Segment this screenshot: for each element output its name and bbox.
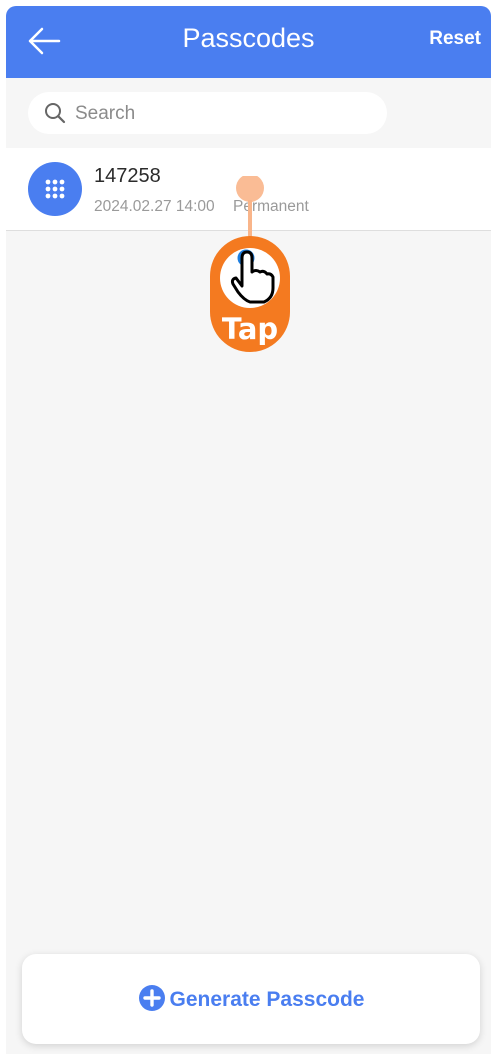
tap-hint-label: Tap: [221, 312, 279, 346]
reset-button[interactable]: Reset: [429, 28, 481, 50]
keypad-icon: [28, 162, 82, 216]
app-screen: Passcodes Reset 147258 2024.02.27 14:00: [6, 6, 491, 1054]
plus-circle-icon: [138, 985, 165, 1011]
passcode-value: 147258: [94, 165, 161, 187]
search-bar[interactable]: [28, 92, 387, 136]
generate-passcode-label: Generate Passcode: [169, 988, 365, 1011]
bottom-action-card: Generate Passcode: [22, 954, 480, 1044]
generate-passcode-button[interactable]: Generate Passcode: [22, 984, 480, 1012]
search-section: [6, 78, 491, 148]
passcode-date: 2024.02.27 14:00: [94, 198, 215, 215]
header-bar: Passcodes Reset: [6, 6, 491, 78]
tap-hint-overlay: Tap: [206, 174, 298, 356]
page-title: Passcodes: [182, 23, 315, 53]
search-icon: [45, 103, 66, 124]
search-input[interactable]: [73, 92, 377, 136]
